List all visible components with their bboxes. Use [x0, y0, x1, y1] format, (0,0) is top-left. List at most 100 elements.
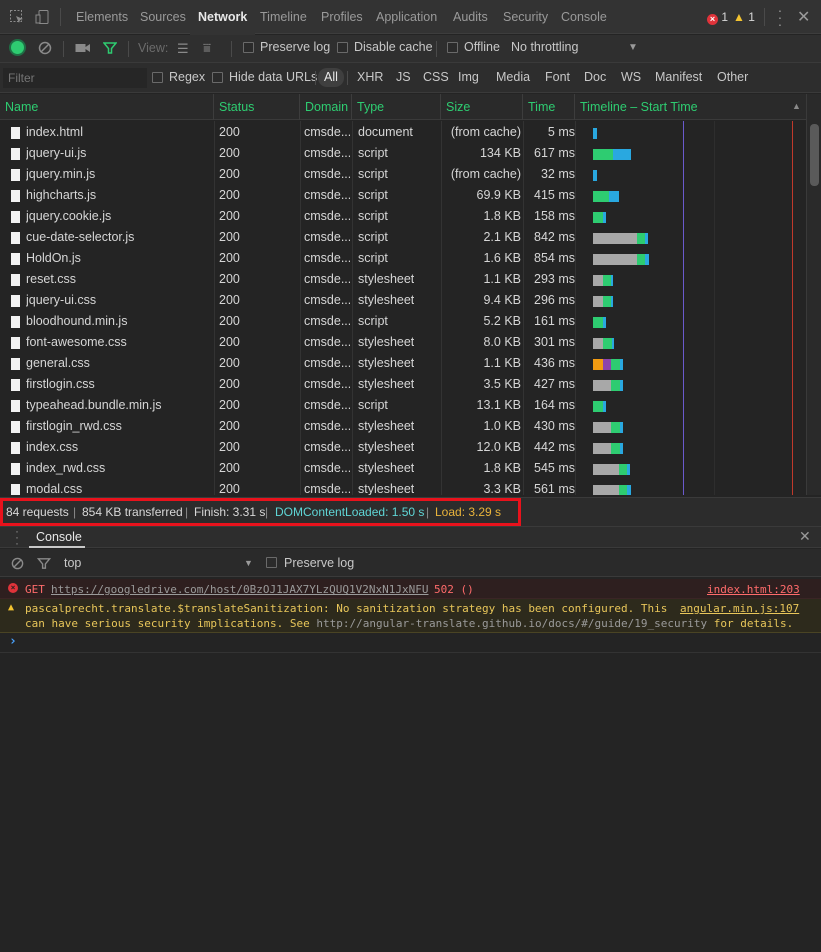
waterfall-bar [593, 170, 597, 181]
record-icon[interactable] [11, 41, 24, 54]
table-row[interactable]: highcharts.js 200 cmsde... script 69.9 K… [0, 185, 806, 206]
filter-type-all[interactable]: All [318, 68, 344, 87]
offline-label[interactable]: Offline [464, 40, 500, 54]
console-preserve-log-checkbox[interactable] [266, 557, 277, 568]
highlight-box [0, 498, 521, 526]
table-row[interactable]: general.css 200 cmsde... stylesheet 1.1 … [0, 353, 806, 374]
file-icon [11, 253, 20, 265]
request-type: script [358, 251, 388, 265]
sort-ascending-icon[interactable]: ▲ [792, 101, 801, 111]
scrollbar-thumb[interactable] [810, 124, 819, 186]
overview-icon[interactable]: ⩸ [203, 40, 211, 56]
warning-docs-link[interactable]: http://angular-translate.github.io/docs/… [316, 617, 707, 630]
filter-type-js[interactable]: JS [396, 70, 411, 84]
clear-icon[interactable] [38, 41, 52, 55]
table-row[interactable]: typeahead.bundle.min.js 200 cmsde... scr… [0, 395, 806, 416]
error-count-badge[interactable]: × 1 [707, 10, 728, 25]
column-header-type[interactable]: Type [352, 94, 441, 120]
column-header-size[interactable]: Size [441, 94, 523, 120]
request-domain: cmsde... [304, 167, 350, 181]
device-toolbar-icon[interactable] [35, 9, 51, 25]
tab-audits[interactable]: Audits [453, 0, 488, 34]
capture-screenshots-icon[interactable] [75, 42, 91, 54]
hide-data-urls-label[interactable]: Hide data URLs [229, 70, 317, 84]
requests-scrollbar[interactable] [806, 94, 821, 495]
table-row[interactable]: jquery-ui.js 200 cmsde... script 134 KB … [0, 143, 806, 164]
table-row[interactable]: font-awesome.css 200 cmsde... stylesheet… [0, 332, 806, 353]
disable-cache-label[interactable]: Disable cache [354, 40, 433, 54]
preserve-log-label[interactable]: Preserve log [260, 40, 330, 54]
error-source-link[interactable]: index.html:203 [707, 583, 800, 596]
filter-type-ws[interactable]: WS [621, 70, 641, 84]
table-row[interactable]: index.css 200 cmsde... stylesheet 12.0 K… [0, 437, 806, 458]
column-header-time[interactable]: Time [523, 94, 575, 120]
filter-type-doc[interactable]: Doc [584, 70, 606, 84]
tab-console[interactable]: Console [561, 0, 607, 34]
filter-type-xhr[interactable]: XHR [357, 70, 383, 84]
tab-network[interactable]: Network [189, 0, 256, 35]
filter-input[interactable] [3, 68, 147, 88]
hide-data-urls-checkbox[interactable] [212, 72, 223, 83]
chevron-down-icon[interactable]: ▼ [628, 42, 638, 53]
table-row[interactable]: HoldOn.js 200 cmsde... script 1.6 KB 854… [0, 248, 806, 269]
table-row[interactable]: jquery-ui.css 200 cmsde... stylesheet 9.… [0, 290, 806, 311]
offline-checkbox[interactable] [447, 42, 458, 53]
filter-icon[interactable] [103, 41, 117, 55]
table-row[interactable]: jquery.min.js 200 cmsde... script (from … [0, 164, 806, 185]
console-tab-underline [29, 546, 85, 548]
filter-type-font[interactable]: Font [545, 70, 570, 84]
file-icon [11, 484, 20, 495]
filter-type-other[interactable]: Other [717, 70, 748, 84]
inspect-element-icon[interactable] [9, 9, 25, 25]
console-preserve-log-label[interactable]: Preserve log [284, 556, 354, 570]
large-rows-icon[interactable]: ☰ [177, 41, 189, 57]
console-drawer-tab[interactable]: Console [36, 530, 82, 544]
close-devtools-icon[interactable]: ✕ [797, 7, 810, 27]
preserve-log-checkbox[interactable] [243, 42, 254, 53]
tab-profiles[interactable]: Profiles [321, 0, 363, 34]
waterfall-bar [603, 275, 611, 286]
tab-elements[interactable]: Elements [76, 0, 128, 34]
column-header-domain[interactable]: Domain [300, 94, 352, 120]
waterfall-bar [603, 212, 606, 223]
request-domain: cmsde... [304, 146, 350, 160]
filter-type-css[interactable]: CSS [423, 70, 449, 84]
table-row[interactable]: modal.css 200 cmsde... stylesheet 3.3 KB… [0, 479, 806, 495]
close-drawer-icon[interactable]: ✕ [799, 528, 811, 545]
regex-checkbox[interactable] [152, 72, 163, 83]
table-row[interactable]: firstlogin_rwd.css 200 cmsde... styleshe… [0, 416, 806, 437]
column-header-name[interactable]: Name [0, 94, 214, 120]
context-select[interactable]: top [64, 556, 81, 570]
request-status: 200 [219, 293, 240, 307]
table-row[interactable]: jquery.cookie.js 200 cmsde... script 1.8… [0, 206, 806, 227]
table-row[interactable]: reset.css 200 cmsde... stylesheet 1.1 KB… [0, 269, 806, 290]
file-icon [11, 463, 20, 475]
tab-security[interactable]: Security [503, 0, 548, 34]
table-row[interactable]: index_rwd.css 200 cmsde... stylesheet 1.… [0, 458, 806, 479]
regex-label[interactable]: Regex [169, 70, 205, 84]
chevron-down-icon[interactable]: ▼ [244, 558, 253, 568]
tab-timeline[interactable]: Timeline [260, 0, 307, 34]
table-row[interactable]: bloodhound.min.js 200 cmsde... script 5.… [0, 311, 806, 332]
console-filter-icon[interactable] [37, 557, 51, 570]
tab-application[interactable]: Application [376, 0, 437, 34]
warning-count-badge[interactable]: ▲ 1 [733, 10, 755, 24]
tab-sources[interactable]: Sources [140, 0, 186, 34]
column-header-status[interactable]: Status [214, 94, 300, 120]
drawer-menu-icon[interactable]: · · · [15, 525, 19, 549]
table-row[interactable]: firstlogin.css 200 cmsde... stylesheet 3… [0, 374, 806, 395]
warning-source-link[interactable]: angular.min.js:107 [680, 602, 799, 615]
table-row[interactable]: index.html 200 cmsde... document (from c… [0, 122, 806, 143]
console-prompt[interactable]: › [0, 633, 821, 653]
table-row[interactable]: cue-date-selector.js 200 cmsde... script… [0, 227, 806, 248]
disable-cache-checkbox[interactable] [337, 42, 348, 53]
customize-menu-icon[interactable]: · · · [777, 3, 783, 31]
clear-console-icon[interactable] [11, 557, 24, 570]
filter-type-media[interactable]: Media [496, 70, 530, 84]
toolbar-divider [60, 8, 61, 26]
column-header-timeline[interactable]: Timeline – Start Time [575, 94, 806, 120]
filter-type-img[interactable]: Img [458, 70, 479, 84]
throttling-select[interactable]: No throttling [511, 40, 578, 54]
filter-type-manifest[interactable]: Manifest [655, 70, 702, 84]
error-url-link[interactable]: https://googledrive.com/host/0BzOJ1JAX7Y… [51, 583, 429, 596]
